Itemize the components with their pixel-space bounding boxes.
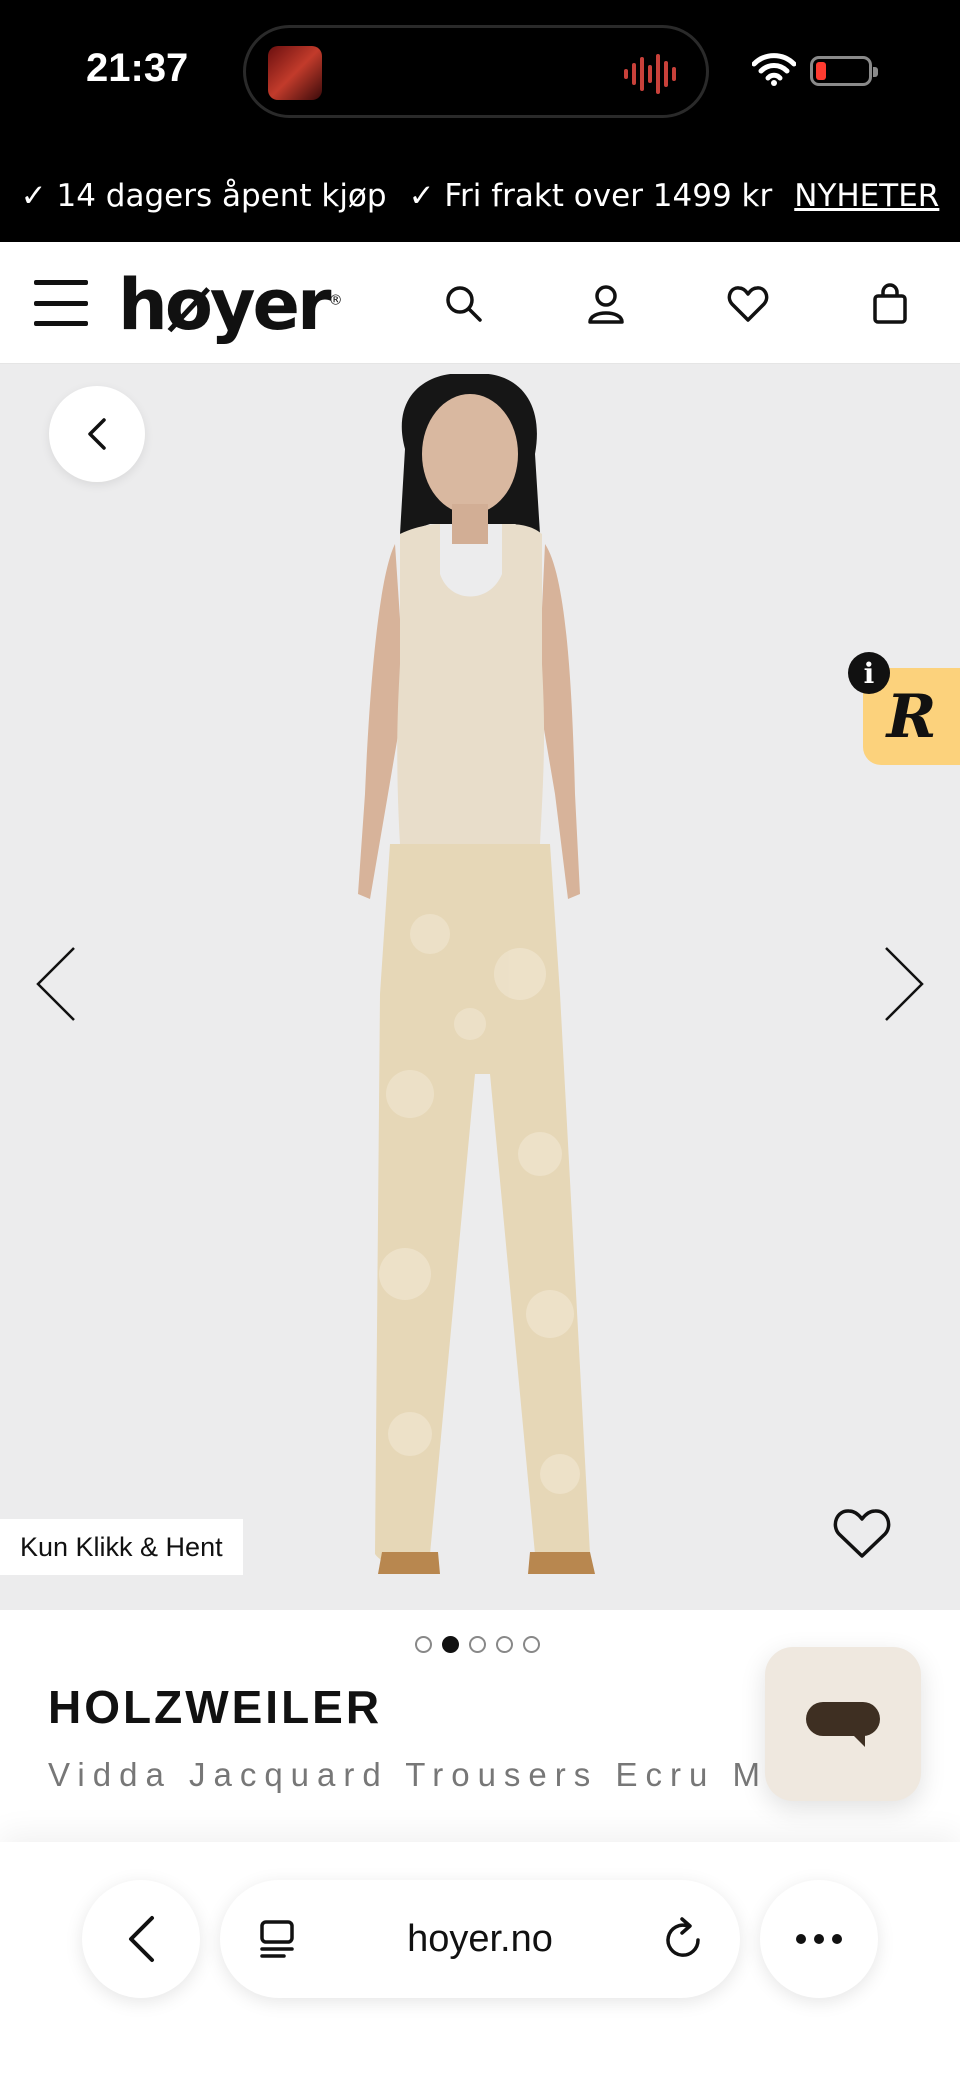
- product-name: Vidda Jacquard Trousers Ecru Mi: [48, 1756, 784, 1793]
- info-icon[interactable]: i: [848, 652, 890, 694]
- now-playing-artwork: [268, 46, 322, 100]
- reload-icon[interactable]: [662, 1916, 706, 1962]
- chevron-left-icon: [129, 1916, 154, 1962]
- battery-level: [816, 62, 826, 80]
- account-icon[interactable]: [584, 282, 628, 326]
- more-options-button[interactable]: [760, 1880, 878, 1998]
- promo-bar: ✓ 14 dagers åpent kjøp ✓ Fri frakt over …: [0, 150, 960, 242]
- audio-waveform-icon: [624, 54, 676, 94]
- product-photo[interactable]: [290, 374, 650, 1610]
- chat-button[interactable]: [765, 1647, 921, 1801]
- status-bar: 21:37: [0, 0, 960, 150]
- chat-icon: [806, 1702, 880, 1736]
- chevron-left-icon: [88, 418, 106, 450]
- address-bar[interactable]: hoyer.no: [220, 1880, 740, 1998]
- favorite-heart-icon[interactable]: [832, 1506, 892, 1562]
- more-dot: [832, 1934, 842, 1944]
- browser-toolbar: hoyer.no: [0, 1842, 960, 2081]
- heart-icon[interactable]: [726, 282, 770, 326]
- previous-image-arrow[interactable]: [34, 944, 78, 1024]
- image-pagination: [415, 1636, 540, 1653]
- pickup-tag: Kun Klikk & Hent: [0, 1519, 243, 1575]
- product-brand[interactable]: HOLZWEILER: [48, 1680, 382, 1734]
- menu-icon[interactable]: [34, 280, 88, 326]
- pagination-dot[interactable]: [415, 1636, 432, 1653]
- dynamic-island[interactable]: [243, 25, 709, 118]
- browser-back-button[interactable]: [82, 1880, 200, 1998]
- promo-open-purchase: ✓ 14 dagers åpent kjøp: [20, 178, 387, 214]
- site-logo[interactable]: høyer®: [118, 264, 343, 346]
- pagination-dot[interactable]: [523, 1636, 540, 1653]
- site-header: høyer®: [0, 242, 960, 364]
- more-dot: [796, 1934, 806, 1944]
- pagination-dot[interactable]: [469, 1636, 486, 1653]
- battery-icon: [810, 56, 878, 86]
- product-gallery[interactable]: R i Kun Klikk & Hent: [0, 364, 960, 1610]
- gallery-back-button[interactable]: [49, 386, 145, 482]
- more-dot: [814, 1934, 824, 1944]
- wifi-icon: [752, 53, 796, 86]
- pagination-dot[interactable]: [496, 1636, 513, 1653]
- status-time: 21:37: [86, 46, 189, 90]
- news-link[interactable]: NYHETER: [794, 178, 939, 214]
- pagination-dot-active[interactable]: [442, 1636, 459, 1653]
- shopping-bag-icon[interactable]: [868, 282, 912, 326]
- next-image-arrow[interactable]: [882, 944, 926, 1024]
- search-icon[interactable]: [442, 282, 486, 326]
- promo-free-shipping: ✓ Fri frakt over 1499 kr: [408, 178, 773, 214]
